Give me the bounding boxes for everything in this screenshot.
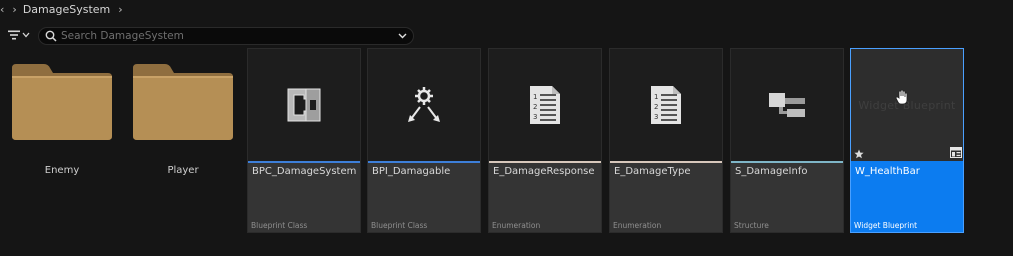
- asset-type-label: Enumeration: [613, 221, 662, 230]
- favorite-star-icon[interactable]: [854, 149, 864, 159]
- blueprint-component-icon: [287, 88, 321, 122]
- asset-type-stripe: [610, 161, 722, 163]
- folder-tile-enemy[interactable]: Enemy: [10, 48, 124, 233]
- widget-layout-icon: [950, 147, 962, 158]
- asset-tile-e-damageresponse[interactable]: 1 2 3 E_DamageResponse Enumeration: [488, 48, 602, 233]
- asset-thumbnail: 1 2 3: [610, 49, 722, 161]
- svg-text:1: 1: [654, 93, 658, 101]
- asset-type-label: Enumeration: [492, 221, 541, 230]
- asset-name: E_DamageType: [614, 166, 691, 177]
- blueprint-interface-icon: [408, 87, 440, 122]
- asset-name: E_DamageResponse: [493, 166, 595, 177]
- asset-name: BPC_DamageSystem: [252, 166, 357, 177]
- asset-tile-e-damagetype[interactable]: 1 2 3 E_DamageType Enumeration: [609, 48, 723, 233]
- asset-name: S_DamageInfo: [735, 166, 808, 177]
- asset-thumbnail: [368, 49, 480, 161]
- svg-text:2: 2: [533, 103, 537, 111]
- enumeration-icon: 1 2 3: [530, 86, 560, 124]
- structure-icon: [769, 93, 805, 117]
- folder-name: Enemy: [44, 165, 80, 176]
- folder-tile-player[interactable]: Player: [131, 48, 245, 233]
- asset-type-stripe: [731, 161, 843, 163]
- svg-text:3: 3: [533, 113, 537, 121]
- svg-text:3: 3: [654, 113, 658, 121]
- svg-text:1: 1: [533, 93, 537, 101]
- folder-icon: [12, 64, 112, 140]
- asset-type-label: Structure: [734, 221, 769, 230]
- asset-tile-bpc-damagesystem[interactable]: BPC_DamageSystem Blueprint Class: [247, 48, 361, 233]
- asset-type-stripe: [851, 161, 963, 163]
- asset-tile-w-healthbar[interactable]: Widget Blueprint W_HealthBar Widget Blue…: [850, 48, 964, 233]
- hand-cursor-icon: [895, 89, 908, 105]
- asset-thumbnail: 1 2 3: [489, 49, 601, 161]
- asset-tile-s-damageinfo[interactable]: S_DamageInfo Structure: [730, 48, 844, 233]
- enumeration-icon: 1 2 3: [651, 86, 681, 124]
- asset-type-label: Blueprint Class: [251, 221, 308, 230]
- asset-thumbnail: [248, 49, 360, 161]
- folder-icon: [133, 64, 233, 140]
- asset-thumbnail: [731, 49, 843, 161]
- asset-name: W_HealthBar: [855, 166, 920, 177]
- svg-text:2: 2: [654, 103, 658, 111]
- asset-type-stripe: [489, 161, 601, 163]
- asset-grid: Enemy Player BPC_DamageSystem Blueprint …: [0, 0, 1013, 256]
- asset-type-label: Widget Blueprint: [854, 221, 918, 230]
- asset-type-stripe: [368, 161, 480, 163]
- folder-name: Player: [167, 165, 199, 176]
- asset-type-stripe: [248, 161, 360, 163]
- asset-name: BPI_Damagable: [372, 166, 451, 177]
- asset-type-label: Blueprint Class: [371, 221, 428, 230]
- asset-thumbnail: Widget Blueprint: [851, 49, 963, 161]
- asset-tile-bpi-damagable[interactable]: BPI_Damagable Blueprint Class: [367, 48, 481, 233]
